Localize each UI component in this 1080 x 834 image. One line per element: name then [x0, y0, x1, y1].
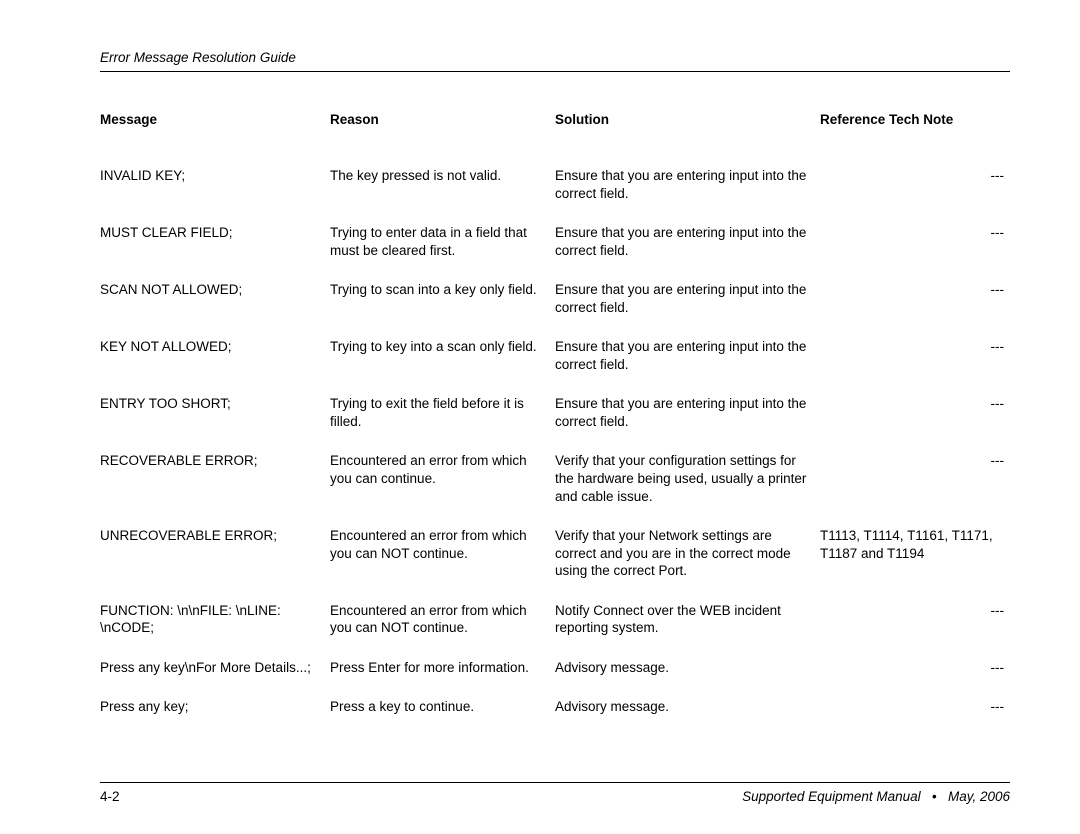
cell-reference: ---: [820, 281, 1010, 338]
cell-reference: ---: [820, 395, 1010, 452]
th-message: Message: [100, 112, 330, 167]
table-row: INVALID KEY;The key pressed is not valid…: [100, 167, 1010, 224]
footer-separator: •: [932, 789, 937, 804]
cell-message: Press any key\nFor More Details...;: [100, 659, 330, 699]
cell-message: INVALID KEY;: [100, 167, 330, 224]
table-row: SCAN NOT ALLOWED;Trying to scan into a k…: [100, 281, 1010, 338]
table-header-row: Message Reason Solution Reference Tech N…: [100, 112, 1010, 167]
cell-solution: Verify that your configuration settings …: [555, 452, 820, 527]
cell-solution: Advisory message.: [555, 659, 820, 699]
cell-reference: T1113, T1114, T1161, T1171, T1187 and T1…: [820, 527, 1010, 602]
header-title: Error Message Resolution Guide: [100, 50, 1010, 65]
cell-message: RECOVERABLE ERROR;: [100, 452, 330, 527]
cell-reference: ---: [820, 167, 1010, 224]
cell-reason: Encountered an error from which you can …: [330, 602, 555, 659]
cell-reason: Press a key to continue.: [330, 698, 555, 738]
cell-message: KEY NOT ALLOWED;: [100, 338, 330, 395]
cell-reference: ---: [820, 659, 1010, 699]
footer-divider: [100, 782, 1010, 783]
table-row: MUST CLEAR FIELD;Trying to enter data in…: [100, 224, 1010, 281]
table-row: RECOVERABLE ERROR;Encountered an error f…: [100, 452, 1010, 527]
footer-manual-info: Supported Equipment Manual • May, 2006: [742, 789, 1010, 804]
cell-reference: ---: [820, 338, 1010, 395]
cell-solution: Ensure that you are entering input into …: [555, 224, 820, 281]
page-footer: 4-2 Supported Equipment Manual • May, 20…: [100, 782, 1010, 804]
th-reason: Reason: [330, 112, 555, 167]
cell-solution: Ensure that you are entering input into …: [555, 281, 820, 338]
cell-solution: Advisory message.: [555, 698, 820, 738]
table-row: FUNCTION: \n\nFILE: \nLINE: \nCODE;Encou…: [100, 602, 1010, 659]
footer-manual-name: Supported Equipment Manual: [742, 789, 921, 804]
table-row: UNRECOVERABLE ERROR;Encountered an error…: [100, 527, 1010, 602]
cell-message: SCAN NOT ALLOWED;: [100, 281, 330, 338]
th-reference: Reference Tech Note: [820, 112, 1010, 167]
footer-date: May, 2006: [948, 789, 1010, 804]
cell-reference: ---: [820, 224, 1010, 281]
cell-message: ENTRY TOO SHORT;: [100, 395, 330, 452]
cell-reference: ---: [820, 602, 1010, 659]
cell-reason: Trying to key into a scan only field.: [330, 338, 555, 395]
cell-message: FUNCTION: \n\nFILE: \nLINE: \nCODE;: [100, 602, 330, 659]
cell-reason: Trying to scan into a key only field.: [330, 281, 555, 338]
cell-solution: Verify that your Network settings are co…: [555, 527, 820, 602]
cell-reason: Trying to enter data in a field that mus…: [330, 224, 555, 281]
cell-solution: Ensure that you are entering input into …: [555, 338, 820, 395]
cell-solution: Ensure that you are entering input into …: [555, 395, 820, 452]
cell-reason: Trying to exit the field before it is fi…: [330, 395, 555, 452]
cell-solution: Notify Connect over the WEB incident rep…: [555, 602, 820, 659]
table-row: Press any key\nFor More Details...;Press…: [100, 659, 1010, 699]
cell-reference: ---: [820, 452, 1010, 527]
cell-reason: Press Enter for more information.: [330, 659, 555, 699]
page-number: 4-2: [100, 789, 120, 804]
cell-reason: Encountered an error from which you can …: [330, 452, 555, 527]
table-row: ENTRY TOO SHORT;Trying to exit the field…: [100, 395, 1010, 452]
cell-message: MUST CLEAR FIELD;: [100, 224, 330, 281]
cell-reference: ---: [820, 698, 1010, 738]
table-row: KEY NOT ALLOWED;Trying to key into a sca…: [100, 338, 1010, 395]
cell-reason: The key pressed is not valid.: [330, 167, 555, 224]
cell-message: UNRECOVERABLE ERROR;: [100, 527, 330, 602]
th-solution: Solution: [555, 112, 820, 167]
table-row: Press any key;Press a key to continue.Ad…: [100, 698, 1010, 738]
cell-message: Press any key;: [100, 698, 330, 738]
cell-solution: Ensure that you are entering input into …: [555, 167, 820, 224]
cell-reason: Encountered an error from which you can …: [330, 527, 555, 602]
error-table: Message Reason Solution Reference Tech N…: [100, 112, 1010, 738]
header-divider: [100, 71, 1010, 72]
